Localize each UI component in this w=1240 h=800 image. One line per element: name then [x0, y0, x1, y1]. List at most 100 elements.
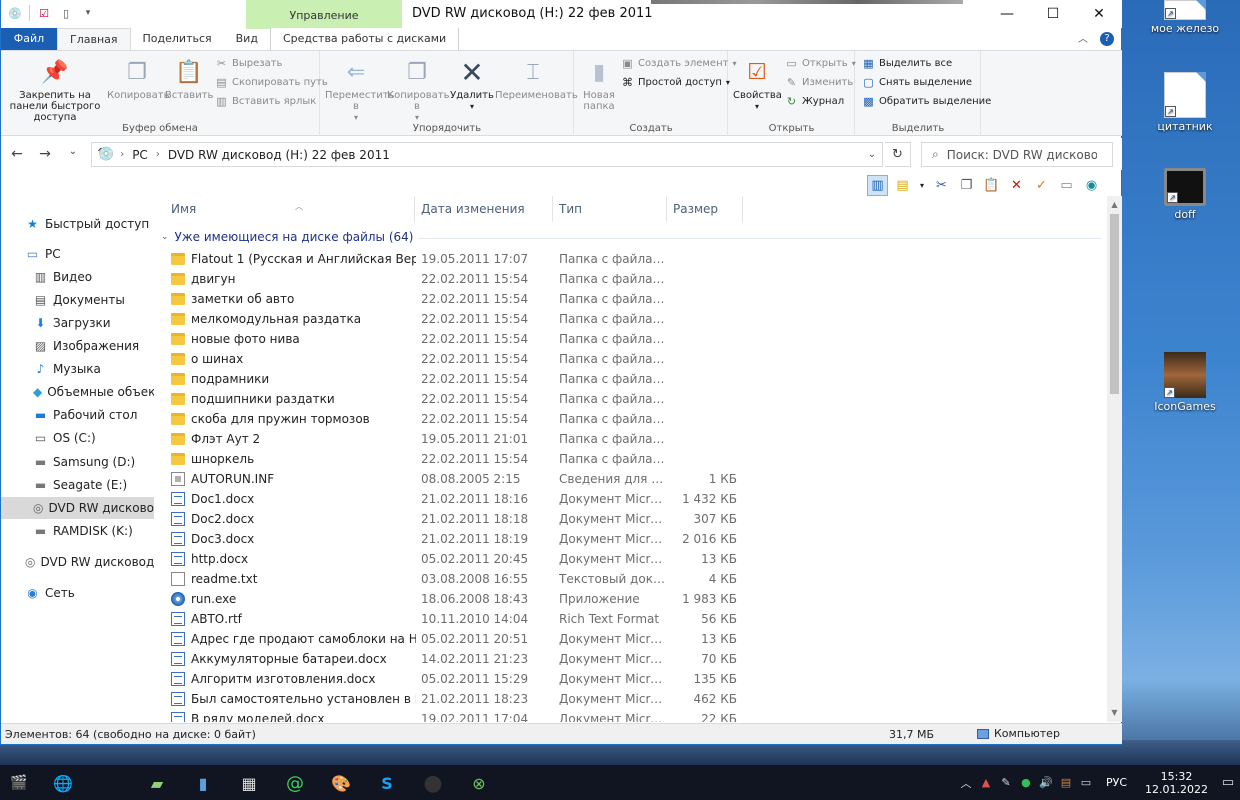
- recent-chevron-icon[interactable]: ⌄: [65, 146, 81, 162]
- rename-field-icon[interactable]: ▭: [1056, 175, 1077, 196]
- mail-at-icon[interactable]: @: [280, 769, 310, 797]
- tray-speaker-icon[interactable]: ▤: [1056, 776, 1076, 789]
- open-button[interactable]: ▭ Открыть ▾: [785, 57, 855, 70]
- select-none-button[interactable]: ▢ Снять выделение: [862, 76, 972, 89]
- document-icon[interactable]: ▮: [188, 769, 218, 797]
- new-item-button[interactable]: ▣ Создать элемент ▾: [621, 57, 736, 70]
- breadcrumb-current[interactable]: DVD RW дисковод (H:) 22 фев 2011: [162, 148, 396, 162]
- tray-shield-icon[interactable]: ●: [1016, 776, 1036, 789]
- select-all-button[interactable]: ▦ Выделить все: [862, 57, 952, 70]
- edit-button[interactable]: ✎ Изменить: [785, 76, 853, 89]
- copy-to-button[interactable]: ❐ Копировать в ▾: [387, 57, 449, 123]
- video-editor-icon[interactable]: 🎬: [4, 769, 34, 797]
- volume-icon[interactable]: 🔊: [1036, 776, 1056, 789]
- desktop-icon-quotes[interactable]: ↗ цитатник: [1130, 72, 1240, 133]
- delete-button[interactable]: ✕ Удалить ▾: [449, 57, 495, 112]
- file-row[interactable]: Был самостоятельно установлен в РК ... 21…: [155, 689, 745, 709]
- tray-pen-icon[interactable]: ✎: [996, 776, 1016, 789]
- file-row[interactable]: шноркель 22.02.2011 15:54 Папка с файлами: [155, 449, 745, 469]
- file-row[interactable]: мелкомодульная раздатка 22.02.2011 15:54 П…: [155, 309, 745, 329]
- file-row[interactable]: Аккумуляторные батареи.docx 14.02.2011 21…: [155, 649, 745, 669]
- scroll-up-arrow-icon[interactable]: ▲: [1107, 198, 1122, 212]
- tab-home[interactable]: Главная: [57, 28, 131, 50]
- file-row[interactable]: о шинах 22.02.2011 15:54 Папка с файлами: [155, 349, 745, 369]
- qat-customize-icon[interactable]: ▾: [80, 5, 96, 21]
- file-row[interactable]: Doc2.docx 21.02.2011 18:18 Документ Micros…: [155, 509, 745, 529]
- browser-globe-icon[interactable]: 🌐: [48, 769, 78, 797]
- column-header-type[interactable]: Тип: [553, 196, 667, 222]
- desktop-icon-icongames[interactable]: ↗ IconGames: [1130, 352, 1240, 413]
- globe-icon[interactable]: ◉: [1081, 175, 1102, 196]
- file-row[interactable]: скоба для пружин тормозов 22.02.2011 15:5…: [155, 409, 745, 429]
- copy-button[interactable]: ❐ Копировать: [107, 57, 169, 101]
- move-to-button[interactable]: ⇐ Переместить в ▾: [325, 57, 394, 123]
- breadcrumb-pc[interactable]: PC: [126, 148, 154, 162]
- address-bar[interactable]: 💿 › PC › DVD RW дисковод (H:) 22 фев 201…: [91, 142, 883, 167]
- invert-selection-button[interactable]: ▩ Обратить выделение: [862, 95, 991, 108]
- help-icon[interactable]: ?: [1100, 32, 1114, 46]
- clock[interactable]: 15:32 12.01.2022: [1137, 770, 1216, 796]
- forward-arrow-icon[interactable]: →: [37, 146, 53, 162]
- ribbon-collapse-icon[interactable]: ︿: [1078, 29, 1088, 50]
- nav-item[interactable]: ⬇ Загрузки: [1, 312, 154, 334]
- properties-button[interactable]: ☑ Свойства ▾: [733, 57, 782, 112]
- preview-pane-icon[interactable]: ▥: [867, 174, 888, 196]
- file-row[interactable]: Алгоритм изготовления.docx 05.02.2011 15:…: [155, 669, 745, 689]
- file-row[interactable]: заметки об авто 22.02.2011 15:54 Папка с ф…: [155, 289, 745, 309]
- maximize-button[interactable]: ☐: [1030, 0, 1076, 28]
- notifications-icon[interactable]: ▭: [1216, 775, 1240, 790]
- folder-note-icon[interactable]: ▤: [892, 175, 913, 196]
- notes-icon[interactable]: ▰: [142, 769, 172, 797]
- file-row[interactable]: Адрес где продают самоблоки на НИ... 05.0…: [155, 629, 745, 649]
- pin-quick-access-button[interactable]: 📌 Закрепить на панели быстрого доступа: [5, 57, 105, 123]
- file-row[interactable]: двигун 22.02.2011 15:54 Папка с файлами: [155, 269, 745, 289]
- breadcrumb-separator-icon[interactable]: ›: [154, 149, 162, 160]
- file-row[interactable]: Doc1.docx 21.02.2011 18:16 Документ Micros…: [155, 489, 745, 509]
- desktop-icon-hardware[interactable]: ↗ мое железо: [1130, 0, 1240, 35]
- desktop-icon-doff[interactable]: ↗ doff: [1130, 168, 1240, 221]
- nav-item[interactable]: ▬ RAMDISK (K:): [1, 520, 154, 542]
- nav-item[interactable]: ▨ Изображения: [1, 335, 154, 357]
- paste-shortcut-button[interactable]: ▥ Вставить ярлык: [215, 95, 316, 108]
- easy-access-button[interactable]: ⌘ Простой доступ ▾: [621, 76, 730, 89]
- nav-item[interactable]: ◆ Объемные объекты: [1, 381, 154, 403]
- paint-icon[interactable]: 🎨: [326, 769, 356, 797]
- tab-share[interactable]: Поделиться: [131, 28, 224, 50]
- tray-app-icon[interactable]: ▲: [976, 776, 996, 789]
- copy-path-button[interactable]: ▤ Скопировать путь: [215, 76, 327, 89]
- breadcrumb-separator-icon[interactable]: ›: [118, 149, 126, 160]
- file-row[interactable]: Флэт Аут 2 19.05.2011 21:01 Папка с файлам…: [155, 429, 745, 449]
- close-button[interactable]: ✕: [1076, 0, 1122, 28]
- nav-item[interactable]: ★ Быстрый доступ: [1, 213, 154, 235]
- nav-item[interactable]: ▭ PC: [1, 243, 154, 265]
- checkmark-icon[interactable]: ✓: [1031, 175, 1052, 196]
- nav-item[interactable]: ▬ Samsung (D:): [1, 451, 154, 473]
- minimize-button[interactable]: —: [984, 0, 1030, 28]
- tray-expand-icon[interactable]: ︿: [956, 775, 976, 791]
- search-input[interactable]: [946, 147, 1097, 162]
- file-row[interactable]: Flatout 1 (Русская и Английская Версия) 1…: [155, 249, 745, 269]
- nav-item[interactable]: ▥ Видео: [1, 266, 154, 288]
- network-icon[interactable]: ▭: [1076, 776, 1096, 789]
- nav-item[interactable]: ◉ Сеть: [1, 582, 154, 604]
- new-folder-button[interactable]: ▮ Новая папка: [577, 57, 621, 112]
- file-row[interactable]: Doc3.docx 21.02.2011 18:19 Документ Micros…: [155, 529, 745, 549]
- file-row[interactable]: подрамники 22.02.2011 15:54 Папка с файлам…: [155, 369, 745, 389]
- paste-icon[interactable]: 📋: [981, 175, 1002, 196]
- file-row[interactable]: новые фото нива 22.02.2011 15:54 Папка с ф…: [155, 329, 745, 349]
- file-row[interactable]: AUTORUN.INF 08.08.2005 2:15 Сведения для у…: [155, 469, 745, 489]
- nav-item[interactable]: ▬ Рабочий стол: [1, 404, 154, 426]
- tab-file[interactable]: Файл: [1, 28, 57, 50]
- new-folder-icon[interactable]: ▯: [58, 5, 74, 21]
- file-row[interactable]: В ряду моделей.docx 19.02.2011 17:04 Докум…: [155, 709, 745, 722]
- rename-button[interactable]: ⌶ Переименовать: [495, 57, 578, 101]
- nav-item[interactable]: ▭ OS (C:): [1, 427, 154, 449]
- refresh-button[interactable]: ↻: [885, 142, 911, 167]
- scrollbar-thumb[interactable]: [1110, 214, 1119, 394]
- obs-icon[interactable]: ●: [418, 769, 448, 797]
- delete-x-icon[interactable]: ✕: [1006, 175, 1027, 196]
- calculator-icon[interactable]: ▦: [234, 769, 264, 797]
- scroll-down-arrow-icon[interactable]: ▼: [1107, 706, 1122, 720]
- nav-item[interactable]: ♪ Музыка: [1, 358, 154, 380]
- column-header-date[interactable]: Дата изменения: [415, 196, 553, 222]
